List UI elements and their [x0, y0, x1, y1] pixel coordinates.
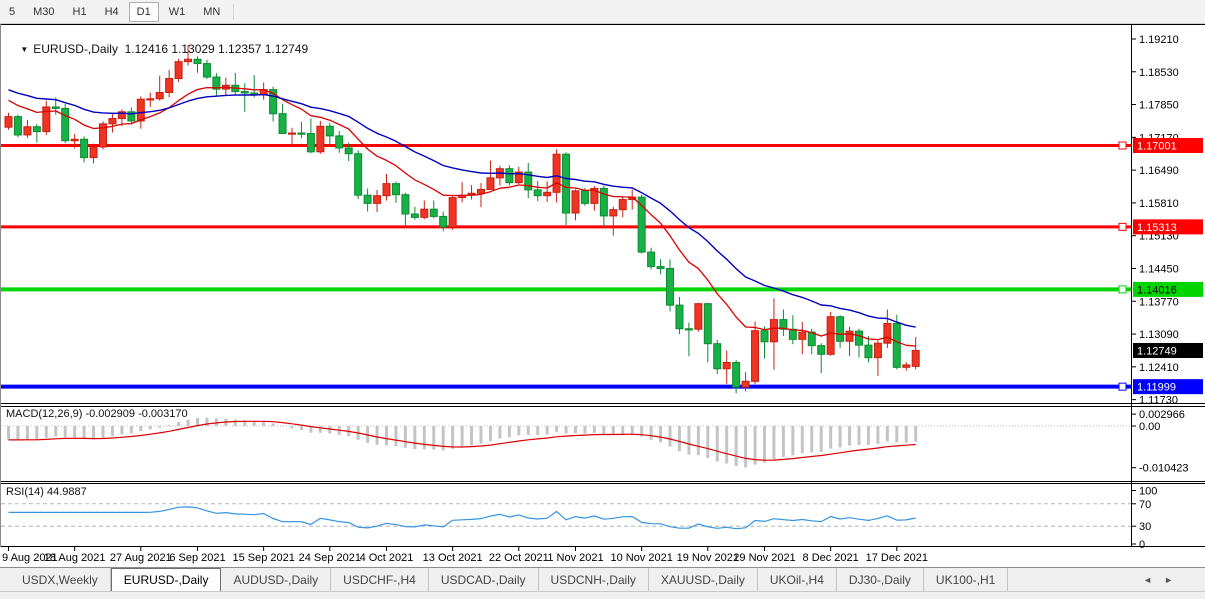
symbol-tab-xauusd-daily[interactable]: XAUUSD-,Daily [649, 568, 758, 591]
symbol-tab-usdcad-daily[interactable]: USDCAD-,Daily [429, 568, 539, 591]
symbol-tab-ukoil-h4[interactable]: UKOil-,H4 [758, 568, 837, 591]
svg-text:4 Oct 2021: 4 Oct 2021 [360, 552, 414, 564]
symbol-tab-dj30-daily[interactable]: DJ30-,Daily [837, 568, 924, 591]
svg-text:1.14016: 1.14016 [1137, 284, 1177, 296]
svg-text:1.12410: 1.12410 [1139, 362, 1179, 374]
symbol-tab-usdx-weekly[interactable]: USDX,Weekly [10, 568, 111, 591]
svg-text:1.18530: 1.18530 [1139, 67, 1179, 79]
svg-text:1.15810: 1.15810 [1139, 198, 1179, 210]
timeframe-button-h4[interactable]: H4 [97, 2, 127, 22]
svg-text:1.11730: 1.11730 [1139, 395, 1178, 407]
svg-text:27 Aug 2021: 27 Aug 2021 [110, 552, 172, 564]
symbol-tab-audusd-daily[interactable]: AUDUSD-,Daily [221, 568, 331, 591]
timeframe-button-mn[interactable]: MN [195, 2, 228, 22]
svg-text:10 Nov 2021: 10 Nov 2021 [610, 552, 672, 564]
toolbar-separator [233, 4, 234, 20]
timeframe-button-h1[interactable]: H1 [65, 2, 95, 22]
svg-text:30: 30 [1139, 521, 1151, 533]
svg-text:1.15313: 1.15313 [1137, 222, 1177, 234]
svg-text:1.12749: 1.12749 [1137, 345, 1177, 357]
svg-text:100: 100 [1139, 486, 1157, 498]
status-bar [0, 591, 1205, 599]
svg-text:1.13770: 1.13770 [1139, 296, 1179, 308]
symbol-tab-eurusd-daily[interactable]: EURUSD-,Daily [111, 568, 222, 591]
tab-scroll-arrows: ◄► [1137, 575, 1179, 585]
timeframe-button-w1[interactable]: W1 [161, 2, 194, 22]
timeframe-button-d1[interactable]: D1 [129, 2, 159, 22]
svg-text:1 Nov 2021: 1 Nov 2021 [547, 552, 603, 564]
svg-text:0.00: 0.00 [1139, 421, 1160, 433]
svg-text:13 Oct 2021: 13 Oct 2021 [423, 552, 483, 564]
symbol-tab-uk100-h1[interactable]: UK100-,H1 [924, 568, 1008, 591]
timeframe-toolbar: 5M30H1H4D1W1MN [0, 0, 1205, 24]
svg-text:1.16490: 1.16490 [1139, 165, 1179, 177]
timeframe-button-5[interactable]: 5 [1, 2, 23, 22]
svg-text:24 Sep 2021: 24 Sep 2021 [299, 552, 361, 564]
symbol-tab-usdchf-h4[interactable]: USDCHF-,H4 [331, 568, 429, 591]
timeframe-button-m30[interactable]: M30 [25, 2, 62, 22]
current-price-badge: 1.12749 [1133, 343, 1203, 358]
svg-text:29 Nov 2021: 29 Nov 2021 [733, 552, 795, 564]
symbol-tab-usdcnh-daily[interactable]: USDCNH-,Daily [539, 568, 649, 591]
chart-window[interactable]: 1.192101.185301.178501.171701.164901.158… [0, 24, 1205, 567]
svg-text:0.002966: 0.002966 [1139, 409, 1185, 421]
symbol-tabbar: USDX,WeeklyEURUSD-,DailyAUDUSD-,DailyUSD… [0, 567, 1205, 591]
tab-scroll-right-icon[interactable]: ► [1164, 575, 1173, 585]
svg-text:8 Dec 2021: 8 Dec 2021 [803, 552, 859, 564]
svg-text:0: 0 [1139, 539, 1145, 551]
svg-text:1.13090: 1.13090 [1139, 329, 1179, 341]
svg-text:1.19210: 1.19210 [1139, 34, 1179, 46]
svg-text:6 Sep 2021: 6 Sep 2021 [169, 552, 225, 564]
svg-text:1.14450: 1.14450 [1139, 263, 1179, 275]
svg-text:1.17001: 1.17001 [1137, 140, 1177, 152]
svg-text:1.11999: 1.11999 [1137, 382, 1176, 394]
svg-text:19 Nov 2021: 19 Nov 2021 [677, 552, 739, 564]
svg-text:-0.010423: -0.010423 [1139, 463, 1189, 475]
tab-scroll-left-icon[interactable]: ◄ [1143, 575, 1152, 585]
chart-canvas[interactable]: 1.192101.185301.178501.171701.164901.158… [0, 24, 1205, 567]
svg-text:18 Aug 2021: 18 Aug 2021 [44, 552, 106, 564]
svg-text:22 Oct 2021: 22 Oct 2021 [489, 552, 549, 564]
svg-text:15 Sep 2021: 15 Sep 2021 [232, 552, 294, 564]
svg-text:1.17850: 1.17850 [1139, 100, 1179, 112]
svg-text:70: 70 [1139, 499, 1151, 511]
svg-text:17 Dec 2021: 17 Dec 2021 [866, 552, 928, 564]
